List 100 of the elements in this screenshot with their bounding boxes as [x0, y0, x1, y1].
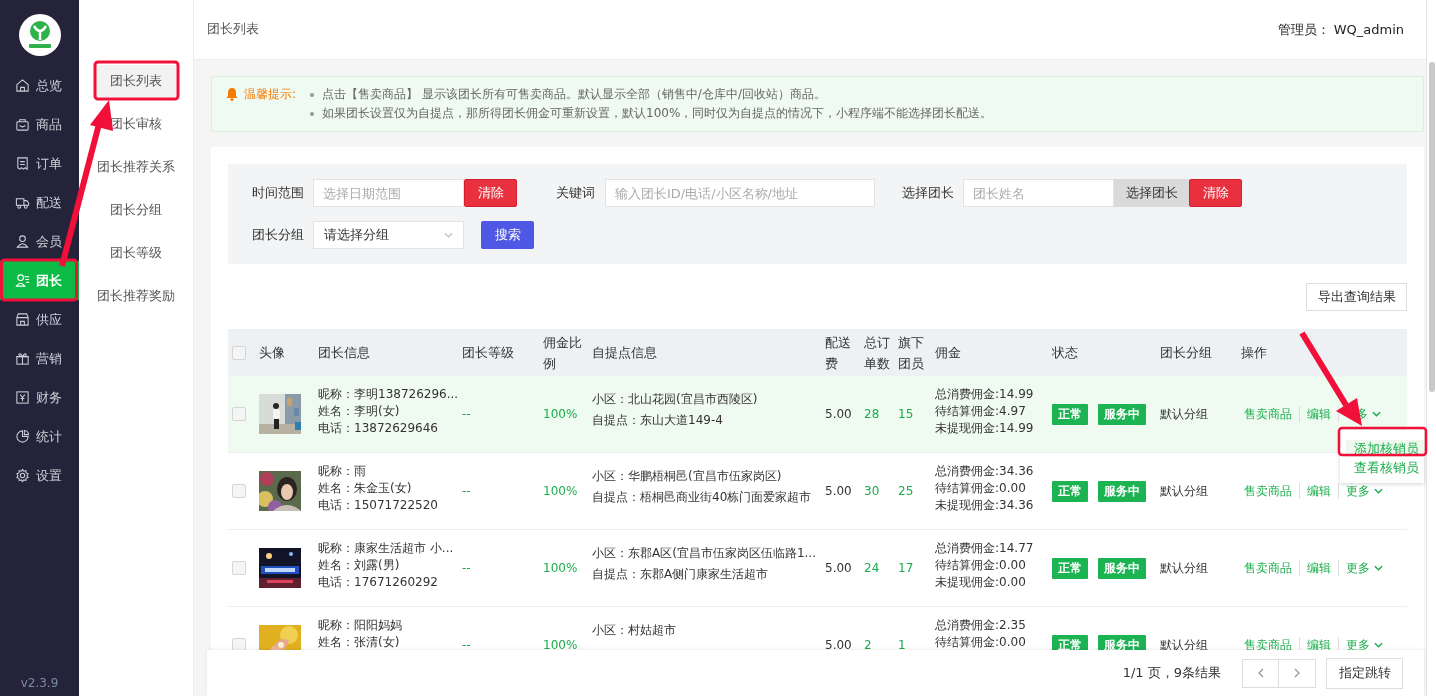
subnav-item[interactable]: 团长推荐关系 [97, 151, 175, 183]
table-row[interactable]: 昵称：康家生活超市 小... 姓名：刘露(男) 电话：17671260292 -- 100% 小区：东郡A区(宜昌市伍家岗区伍临路1... 自提点：东郡A侧门康家生活超市 5.00 24 17 总消费佣金:14.77 待结算佣金:0.00 未提现佣金:0.00 正常 服务中 默认分组 售卖商品 编辑 更多 [228, 530, 1407, 607]
address-text: 小区：东郡A区(宜昌市伍家岗区伍临路1... [592, 545, 816, 562]
sidebar-item[interactable]: 营销 [0, 339, 79, 378]
clear-button[interactable]: 清除 [464, 179, 517, 207]
column-header: 头像 [259, 344, 285, 362]
bullet-icon [310, 92, 315, 97]
sidebar-item[interactable]: 统计 [0, 417, 79, 456]
clear-button[interactable]: 清除 [1189, 179, 1242, 207]
leader-info-text: 电话：15071722520 [318, 497, 438, 514]
address-text: 小区：北山花园(宜昌市西陵区) [592, 391, 758, 408]
table-cell: 5.00 [825, 484, 852, 498]
table-cell: 100% [543, 638, 578, 650]
keyword-field[interactable]: 输入团长ID/电话/小区名称/地址 [605, 179, 875, 207]
leader-info-text: 姓名：朱金玉(女) [318, 480, 412, 497]
commission-text: 总消费佣金:2.35 [935, 617, 1026, 634]
status-tag: 服务中 [1098, 403, 1146, 425]
select-leader-button[interactable]: 选择团长 [1114, 179, 1189, 207]
table-cell: 默认分组 [1160, 405, 1208, 423]
sidebar-item[interactable]: 供应 [0, 300, 79, 339]
column-header: 团长信息 [318, 344, 370, 362]
commission-text: 待结算佣金:0.00 [935, 480, 1026, 497]
sidebar-item-label: 总览 [36, 76, 62, 95]
sidebar-item[interactable]: 总览 [0, 66, 79, 105]
subnav-item[interactable]: 团长分组 [110, 194, 162, 226]
column-header: 佣金比例 [543, 333, 583, 373]
wallet-icon [15, 390, 30, 405]
column-header: 状态 [1052, 344, 1078, 362]
sidebar-item-label: 订单 [36, 154, 62, 173]
previous-page-button[interactable] [1242, 658, 1279, 688]
field-label: 选择团长 [902, 184, 955, 202]
subnav-item[interactable]: 团长推荐奖励 [97, 280, 175, 312]
date-range-field[interactable]: 选择日期范围 [313, 179, 464, 207]
commission-text: 待结算佣金:0.00 [935, 634, 1026, 650]
group-select[interactable]: 请选择分组 [313, 221, 464, 249]
search-button[interactable]: 搜索 [481, 221, 534, 249]
sidebar-item-label: 供应 [36, 310, 62, 329]
status-tag: 正常 [1052, 634, 1088, 650]
table-cell: 28 [864, 407, 880, 421]
commission-text: 总消费佣金:14.77 [935, 540, 1034, 557]
sidebar-item[interactable]: 设置 [0, 456, 79, 495]
subnav-item[interactable]: 团长列表 [96, 65, 176, 97]
address-text: 自提点：梧桐邑商业街40栋门面爱家超市 [592, 489, 812, 506]
commission-text: 未提现佣金:34.36 [935, 497, 1034, 514]
sidebar-item[interactable]: 会员 [0, 222, 79, 261]
jump-button[interactable]: 指定跳转 [1326, 657, 1403, 689]
leader-info-text: 昵称：李明138726296... [318, 386, 459, 403]
table-cell: 默认分组 [1160, 482, 1208, 500]
next-page-button[interactable] [1279, 658, 1316, 688]
receipt-icon [15, 156, 30, 171]
column-header: 团长分组 [1160, 344, 1212, 362]
checkbox[interactable] [232, 561, 246, 575]
table-cell: -- [462, 407, 471, 421]
column-header: 团长等级 [462, 344, 514, 362]
column-header: 旗下团员 [898, 333, 925, 373]
leader-info-text: 姓名：张清(女) [318, 634, 400, 650]
chevron-down-icon [1372, 411, 1381, 417]
table-cell: 默认分组 [1160, 559, 1208, 577]
chevron-down-icon [1374, 565, 1383, 571]
notice-title: 温馨提示: [244, 86, 297, 103]
address-text: 自提点：东郡A侧门康家生活超市 [592, 566, 769, 583]
leader-name-field[interactable]: 团长姓名 [963, 179, 1114, 207]
admin-label: 管理员： WQ_admin [1277, 20, 1404, 39]
sidebar-item-label: 设置 [36, 466, 62, 485]
leader-info-text: 电话：13872629646 [318, 420, 438, 437]
shop-icon [15, 312, 30, 327]
sidebar-item[interactable]: 配送 [0, 183, 79, 222]
commission-text: 未提现佣金:14.99 [935, 420, 1034, 437]
table-cell: -- [462, 561, 471, 575]
sidebar-item[interactable]: 商品 [0, 105, 79, 144]
table-cell: -- [462, 484, 471, 498]
table-cell: 5.00 [825, 561, 852, 575]
user-list-icon [15, 273, 30, 288]
column-header: 操作 [1241, 344, 1267, 362]
sidebar-item-label: 商品 [36, 115, 62, 134]
export-button[interactable]: 导出查询结果 [1306, 283, 1407, 311]
scrollbar[interactable] [1426, 0, 1436, 696]
table-cell: 30 [864, 484, 880, 498]
notice-text: 如果团长设置仅为自提点，那所得团长佣金可重新设置，默认100%，同时仅为自提点的情况下，小程序端不能选择团长配送。 [322, 105, 993, 122]
chevron-left-icon [1257, 668, 1264, 678]
column-header: 自提点信息 [592, 344, 657, 362]
commission-text: 总消费佣金:14.99 [935, 386, 1034, 403]
checkbox[interactable] [232, 638, 246, 650]
checkbox[interactable] [232, 407, 246, 421]
commission-text: 总消费佣金:34.36 [935, 463, 1034, 480]
leader-info-text: 电话：17671260292 [318, 574, 438, 591]
subnav-item[interactable]: 团长等级 [110, 237, 162, 269]
notice-text: 点击【售卖商品】 显示该团长所有可售卖商品。默认显示全部（销售中/仓库中/回收站）商品。 [322, 86, 826, 103]
table-cell: 100% [543, 484, 578, 498]
commission-text: 未提现佣金:0.00 [935, 574, 1026, 591]
checkbox[interactable] [232, 484, 246, 498]
status-tag: 服务中 [1098, 557, 1146, 579]
pie-chart-icon [15, 429, 30, 444]
table-cell: 5.00 [825, 638, 852, 650]
checkbox[interactable] [232, 345, 246, 360]
sidebar-item[interactable]: 财务 [0, 378, 79, 417]
sidebar-item[interactable]: 订单 [0, 144, 79, 183]
gift-icon [15, 351, 30, 366]
field-label: 时间范围 [252, 184, 305, 202]
address-text: 小区：村姑超市 [592, 622, 676, 639]
